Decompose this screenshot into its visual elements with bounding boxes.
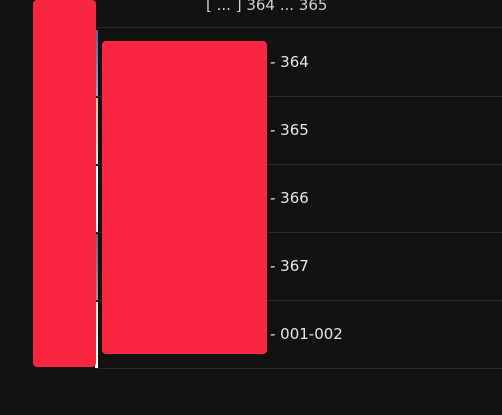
list-item[interactable]: [ ... ] 364 ... 365 [97, 0, 502, 28]
list-item-title: - 365 [270, 121, 309, 139]
list-item-title: - 001-002 [270, 325, 343, 343]
list-item-title: - 364 [270, 53, 309, 71]
list-item-title: - 366 [270, 189, 309, 207]
episode-list-page: [ ... ] 364 ... 365 - 364 - 365 - 366 - … [0, 0, 502, 415]
redaction-block-thumbnails [33, 0, 96, 367]
redaction-block-titles [102, 41, 267, 354]
list-item-title: [ ... ] 364 ... 365 [206, 0, 328, 14]
list-item-title: - 367 [270, 257, 309, 275]
